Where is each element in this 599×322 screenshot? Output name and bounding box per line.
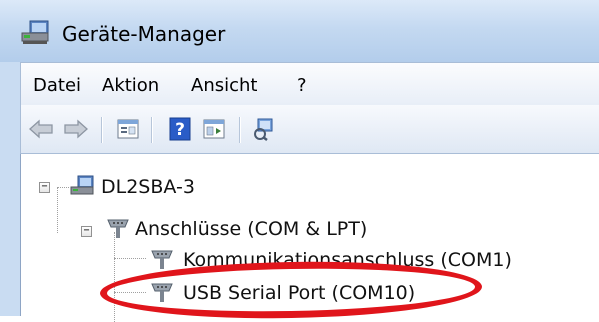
tree-line	[114, 258, 146, 259]
toolbar-separator	[239, 117, 241, 143]
device-manager-icon	[21, 20, 49, 44]
back-arrow-icon	[29, 119, 53, 139]
menu-aktion[interactable]: Aktion	[102, 75, 159, 96]
window-title: Geräte-Manager	[62, 22, 226, 46]
view-button[interactable]	[199, 105, 229, 153]
computer-icon	[70, 175, 94, 195]
toolbar-separator	[101, 117, 103, 143]
port-connector-icon	[151, 250, 173, 269]
scan-hardware-icon	[254, 118, 273, 141]
toolbar: ?	[20, 105, 599, 154]
menu-bar: Datei Aktion Ansicht ?	[20, 62, 599, 105]
back-button[interactable]	[26, 105, 56, 153]
svg-text:?: ?	[175, 120, 185, 140]
menu-ansicht[interactable]: Ansicht	[191, 75, 257, 96]
tree-line	[57, 188, 58, 233]
forward-button[interactable]	[61, 105, 91, 153]
forward-arrow-icon	[64, 119, 88, 139]
menu-help[interactable]: ?	[297, 75, 307, 96]
tree-line	[114, 232, 115, 322]
root-expander[interactable]: −	[39, 182, 50, 193]
properties-icon	[117, 119, 139, 139]
view-icon	[203, 119, 225, 139]
device-manager-window: Geräte-Manager Datei Aktion Ansicht ? ? …	[0, 0, 599, 322]
tree-node-computer[interactable]: DL2SBA-3	[101, 176, 195, 198]
scan-hardware-button[interactable]	[249, 105, 279, 153]
properties-button[interactable]	[113, 105, 143, 153]
tree-line	[57, 187, 69, 188]
help-icon: ?	[169, 117, 191, 141]
help-button[interactable]: ?	[165, 105, 195, 153]
category-expander[interactable]: −	[81, 226, 92, 237]
tree-node-ports[interactable]: Anschlüsse (COM & LPT)	[135, 218, 367, 240]
port-connector-icon	[107, 219, 129, 238]
toolbar-separator	[151, 117, 153, 143]
title-bar: Geräte-Manager	[0, 0, 599, 62]
menu-datei[interactable]: Datei	[33, 75, 81, 96]
